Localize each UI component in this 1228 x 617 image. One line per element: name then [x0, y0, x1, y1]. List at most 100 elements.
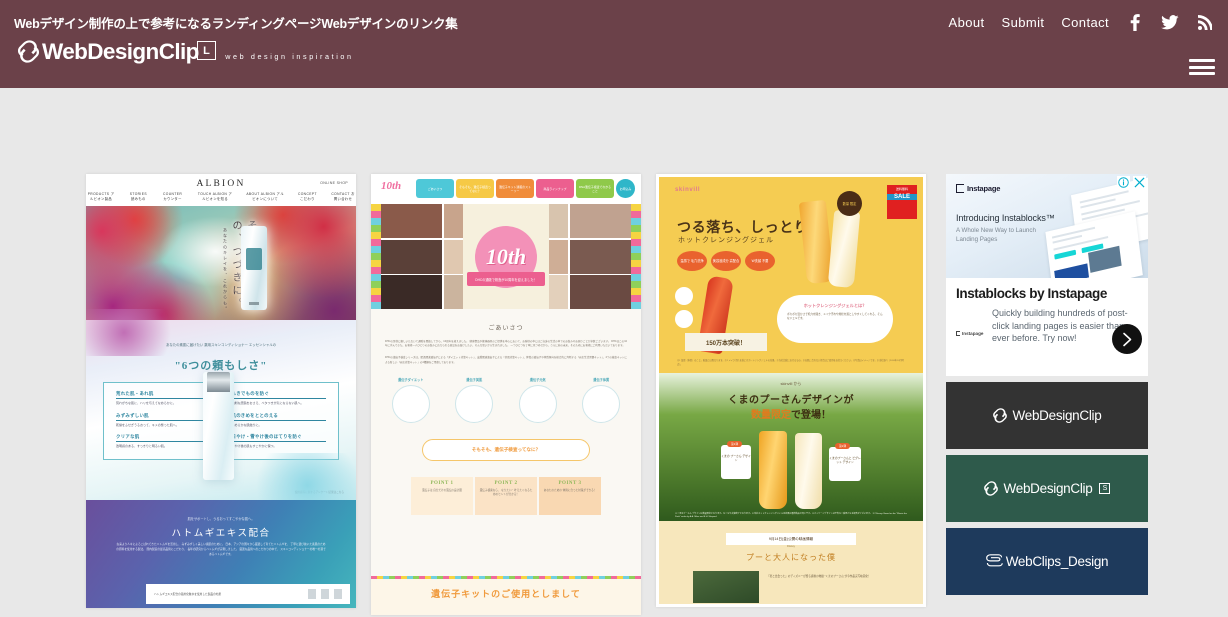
site-logo[interactable]: WebDesignClip web design inspiration L: [18, 40, 354, 64]
skinvill-sale-label: SALE: [887, 194, 917, 200]
albion-benefit-desc: 日やけ後の肌もすこやかに保つ。: [231, 444, 277, 448]
skinvill-pooh-fineprint: ※くまのプーさん デザインは数量限定となります。なくなり次第終了となります。※当…: [675, 513, 907, 519]
nav-item-contact[interactable]: Contact: [1061, 15, 1109, 30]
skinvill-whats-body: ポカポカ温かさで毛穴を開き、メイク汚れや角栓を落としやすくしてくれる、そんなジェ…: [787, 313, 883, 320]
nav-item-about[interactable]: About: [949, 15, 985, 30]
hamburger-bar: [1189, 72, 1215, 75]
albion-benefit-desc: 過剰な皮脂をおさえ、ベタつきが気にならない肌へ。: [231, 401, 304, 405]
genetic-point-text: 遺伝子検査なら、 なりたい・叶えたくなるためのヒントが分かる！: [479, 488, 533, 496]
albion-ingredient-body: 古来より人々によろこばれてきたハトムギを活用し、 みずみずしく美しい素肌のために…: [116, 543, 326, 557]
banner-label: WebClips_Design: [1005, 554, 1109, 569]
thumbnail-card-skinvill[interactable]: skinvill つる落ち、しっとり ホットクレンジングジェル 温感で 毛穴洗浄…: [656, 174, 926, 607]
skinvill-pooh-rest: で登場！: [791, 410, 831, 421]
skinvill-movie-brand: Disney: [787, 545, 795, 548]
albion-bar-text: ハトムギエキス配合の薬用化粧水を使用した製品の効果: [154, 593, 222, 596]
ad-info-icon[interactable]: [1117, 176, 1130, 189]
genetic-point-text: 遺伝子は 自分だけの遺伝の設計図: [422, 488, 462, 492]
next-arrow-icon[interactable]: [1112, 324, 1142, 354]
albion-benefit-item: ふきでものを防ぐ 過剰な皮脂をおさえ、ベタつきが気にならない肌へ。: [231, 391, 326, 406]
site-header: Webデザイン制作の上で参考になるランディングページWebデザインのリンク集 A…: [0, 0, 1228, 88]
albion-benefits-lede: あなたの素肌に届けたい 薬用スキンコンディショナー エッセンシャルの: [165, 343, 277, 347]
thumbnail-card-genetic-test[interactable]: 10th ごあいさつ そもそも、遺伝子検査ってなに？ 遺伝子キット通販のストーリ…: [371, 174, 641, 615]
thumbnail-card-albion[interactable]: ALBION ONLINE SHOP PRODUCTS アルビオン製品 STOR…: [86, 174, 356, 608]
genetic-tab: ごあいさつ: [416, 179, 454, 198]
genetic-logo: 10th: [381, 180, 402, 192]
albion-benefits-col-left: 荒れた肌・あれ肌 荒れがちな肌に、ハリを与えてなめらかに。 みずみずしい肌 乾燥…: [116, 391, 211, 451]
instapage-logo-icon: [956, 184, 964, 193]
ad-close-icon[interactable]: [1133, 176, 1146, 189]
banner-badge: S: [1099, 483, 1111, 494]
skinvill-pooh-tube: [759, 431, 787, 509]
genetic-paragraph: DHCの皆様に親しいただいて通販を開始してから、10周年を迎えました。 健康食品…: [385, 340, 627, 348]
nav-item-submit[interactable]: Submit: [1002, 15, 1045, 30]
banner-webdesignclip-s[interactable]: WebDesignClip S: [946, 455, 1148, 522]
ad-visual: Instapage Introducing Instablocks™ A Who…: [946, 174, 1148, 296]
hamburger-icon[interactable]: [1189, 57, 1215, 77]
skinvill-hero: skinvill つる落ち、しっとり ホットクレンジングジェル 温感で 毛穴洗浄…: [659, 177, 923, 373]
skinvill-headline: つる落ち、しっとり: [677, 219, 809, 235]
genetic-product-icon: 遺伝子元気: [514, 377, 562, 423]
albion-menu: PRODUCTS アルビオン製品 STORIES 読みもの COUNTER カウ…: [86, 192, 356, 202]
genetic-question-bubble: そもそも、遺伝子検査ってなに？: [422, 438, 590, 461]
skinvill-chip: 美容液成分 高配合: [711, 251, 741, 271]
albion-menu-item: CONCEPT こだわり: [297, 192, 317, 201]
albion-benefit-item: 日やけ・雪やけ後のほてりを防ぐ 日やけ後の肌もすこやかに保つ。: [231, 434, 326, 449]
albion-benefit-desc: 荒れがちな肌に、ハリを与えてなめらかに。: [116, 401, 176, 405]
genetic-product-label: 遺伝子元気: [529, 377, 546, 382]
skinvill-pooh-headline2: 数量限定で登場！: [659, 406, 923, 421]
genetic-product-icon: 遺伝子美肌: [450, 377, 498, 423]
advertisement-unit[interactable]: Instapage Introducing Instablocks™ A Who…: [946, 174, 1148, 376]
genetic-greeting-heading: ごあいさつ: [488, 326, 524, 332]
albion-hero: その美しい素肌の、つづきに。 あなたのキレイを、これからも。: [86, 206, 356, 320]
genetic-product-icon: 遺伝子ダイエット: [387, 377, 435, 423]
albion-bar-icons: [308, 589, 342, 599]
genetic-body: ごあいさつ DHCの皆様に親しいただいて通販を開始してから、10周年を迎えました…: [371, 309, 641, 615]
skinvill-pooh-caption-1: 第1弾 くまの プーさん デザイン: [721, 441, 751, 479]
ad-brand: Instapage: [956, 184, 1000, 193]
instapage-logo-icon: [956, 331, 960, 336]
genetic-footer: 遺伝子キットのご使用としまして: [371, 579, 641, 615]
rss-icon[interactable]: [1196, 12, 1214, 32]
skinvill-feature-chips: 温感で 毛穴洗浄 美容液成分 高配合 W洗顔 不要: [677, 251, 775, 271]
banner-webclips-design[interactable]: WebClips_Design: [946, 528, 1148, 595]
genetic-product-label: 遺伝子美肌: [466, 377, 483, 382]
clip-logo-icon: [983, 481, 998, 496]
albion-menu-item: ABOUT ALBION アルビオンについて: [246, 192, 284, 201]
skinvill-pooh-headline: くまのプーさんデザインが: [728, 395, 854, 406]
albion-cart-link: ONLINE SHOP: [320, 181, 348, 185]
albion-benefits-title: "6つの頼もしさ": [174, 360, 268, 372]
genetic-product-label: 遺伝子体質: [593, 377, 610, 382]
ad-lower: Instapage Quickly building hundreds of p…: [956, 307, 1138, 345]
skinvill-movie-ribbon: 9月14日(金)公開の映画情報: [726, 533, 856, 545]
albion-product-bottle: [241, 226, 267, 310]
albion-benefit-desc: 乾燥をふせぎうるおって、キメの整った肌へ。: [116, 422, 179, 427]
ad-advertiser: Instapage: [956, 307, 992, 345]
skinvill-pooh-caption-2: 第2弾 くまのプーさんと ピグレット デザイン: [829, 443, 861, 481]
albion-menu-item: CONTACT お問い合わせ: [331, 192, 355, 201]
genetic-point-title: POINT 2: [494, 480, 518, 486]
skinvill-chip: 温感で 毛穴洗浄: [677, 251, 707, 271]
skinvill-fineprint: ※1 温感（体感）のこと。乾燥とは異なります。※2 メイク汚れを落とすクレンジン…: [677, 360, 904, 366]
albion-benefit-title: 肌のきめをととのえる: [231, 413, 326, 421]
genetic-points: POINT 1 遺伝子は 自分だけの遺伝の設計図 POINT 2 遺伝子検査なら…: [371, 476, 641, 515]
ad-headline: Introducing Instablocks™: [956, 213, 1055, 223]
main-navigation: About Submit Contact: [949, 12, 1214, 32]
clips-logo-icon: [985, 554, 1003, 569]
skinvill-sale-badge: 送料無料 SALE: [887, 185, 917, 219]
skinvill-pooh-badge-2: 第2弾: [835, 443, 851, 449]
twitter-icon[interactable]: [1161, 12, 1179, 32]
skinvill-whats-sub: ホットクレンジングジェルとは？: [803, 303, 867, 308]
clip-logo-icon: [18, 40, 39, 63]
hamburger-bar: [1189, 59, 1215, 62]
ad-advertiser-name: Instapage: [962, 331, 984, 336]
facebook-icon[interactable]: [1126, 12, 1144, 32]
banner-webdesignclip[interactable]: WebDesignClip: [946, 382, 1148, 449]
albion-benefit-item: みずみずしい肌 乾燥をふせぎうるおって、キメの整った肌へ。: [116, 413, 211, 428]
skinvill-pooh-section: skinvill から くまのプーさんデザインが 数量限定で登場！ 第1弾 くま…: [659, 373, 923, 521]
logo-subtitle: web design inspiration: [225, 52, 354, 61]
albion-benefit-item: 肌のきめをととのえる なめらかな肌触りに。: [231, 413, 326, 428]
albion-menu-item: STORIES 読みもの: [129, 192, 147, 201]
site-screenshot-albion: ALBION ONLINE SHOP PRODUCTS アルビオン製品 STOR…: [86, 174, 356, 608]
genetic-tab-apply: お申込み: [616, 179, 635, 198]
albion-menu-item: PRODUCTS アルビオン製品: [87, 192, 115, 201]
